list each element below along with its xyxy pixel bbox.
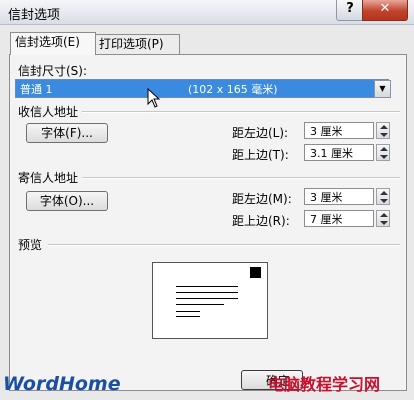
wordhome-logo: WordHome [3, 373, 121, 395]
tab-print-options[interactable]: 打印选项(P) [94, 34, 180, 54]
title-bar: 信封选项 ? ✕ [0, 0, 414, 25]
window-title: 信封选项 [8, 8, 61, 23]
envelope-size-dropdown[interactable]: 普通 1 (102 x 165 毫米) [15, 79, 389, 98]
sender-group-label: 寄信人地址 [18, 171, 79, 185]
divider [82, 111, 400, 113]
tab-envelope-options[interactable]: 信封选项(E) [10, 32, 96, 55]
address-line [176, 311, 200, 312]
address-line [176, 298, 238, 299]
recipient-top-spinner[interactable] [376, 144, 390, 161]
sender-top-label: 距上边(R): [232, 214, 290, 228]
cursor-icon [147, 88, 161, 108]
envelope-size-label: 信封尺寸(S): [18, 64, 88, 78]
dropdown-arrow-button[interactable]: ▼ [374, 80, 391, 98]
recipient-font-button[interactable]: 字体(F)... [26, 123, 108, 143]
address-line [176, 304, 224, 305]
recipient-top-label: 距上边(T): [232, 148, 289, 162]
envelope-size-dimensions: (102 x 165 毫米) [188, 83, 278, 96]
help-button[interactable]: ? [336, 0, 364, 21]
sender-left-label: 距左边(M): [232, 192, 292, 206]
watermark: 电脑教程学习网 [268, 375, 381, 394]
sender-top-spinner[interactable] [376, 210, 390, 227]
address-line [176, 286, 238, 287]
sender-left-spinner[interactable] [376, 188, 390, 205]
sender-font-button[interactable]: 字体(O)... [26, 191, 108, 211]
recipient-left-label: 距左边(L): [232, 126, 289, 140]
sender-top-field[interactable]: 7 厘米 [304, 210, 374, 227]
envelope-size-value: 普通 1 [20, 83, 53, 96]
divider [48, 244, 400, 246]
stamp-icon [250, 267, 261, 278]
sender-left-field[interactable]: 3 厘米 [304, 188, 374, 205]
recipient-left-field[interactable]: 3 厘米 [304, 122, 374, 139]
recipient-group-label: 收信人地址 [18, 105, 79, 119]
close-button[interactable]: ✕ [362, 0, 408, 21]
address-line [176, 292, 238, 293]
recipient-left-spinner[interactable] [376, 122, 390, 139]
divider [82, 177, 400, 179]
recipient-top-field[interactable]: 3.1 厘米 [304, 144, 374, 161]
address-line [176, 316, 200, 317]
preview-label: 预览 [18, 238, 43, 252]
